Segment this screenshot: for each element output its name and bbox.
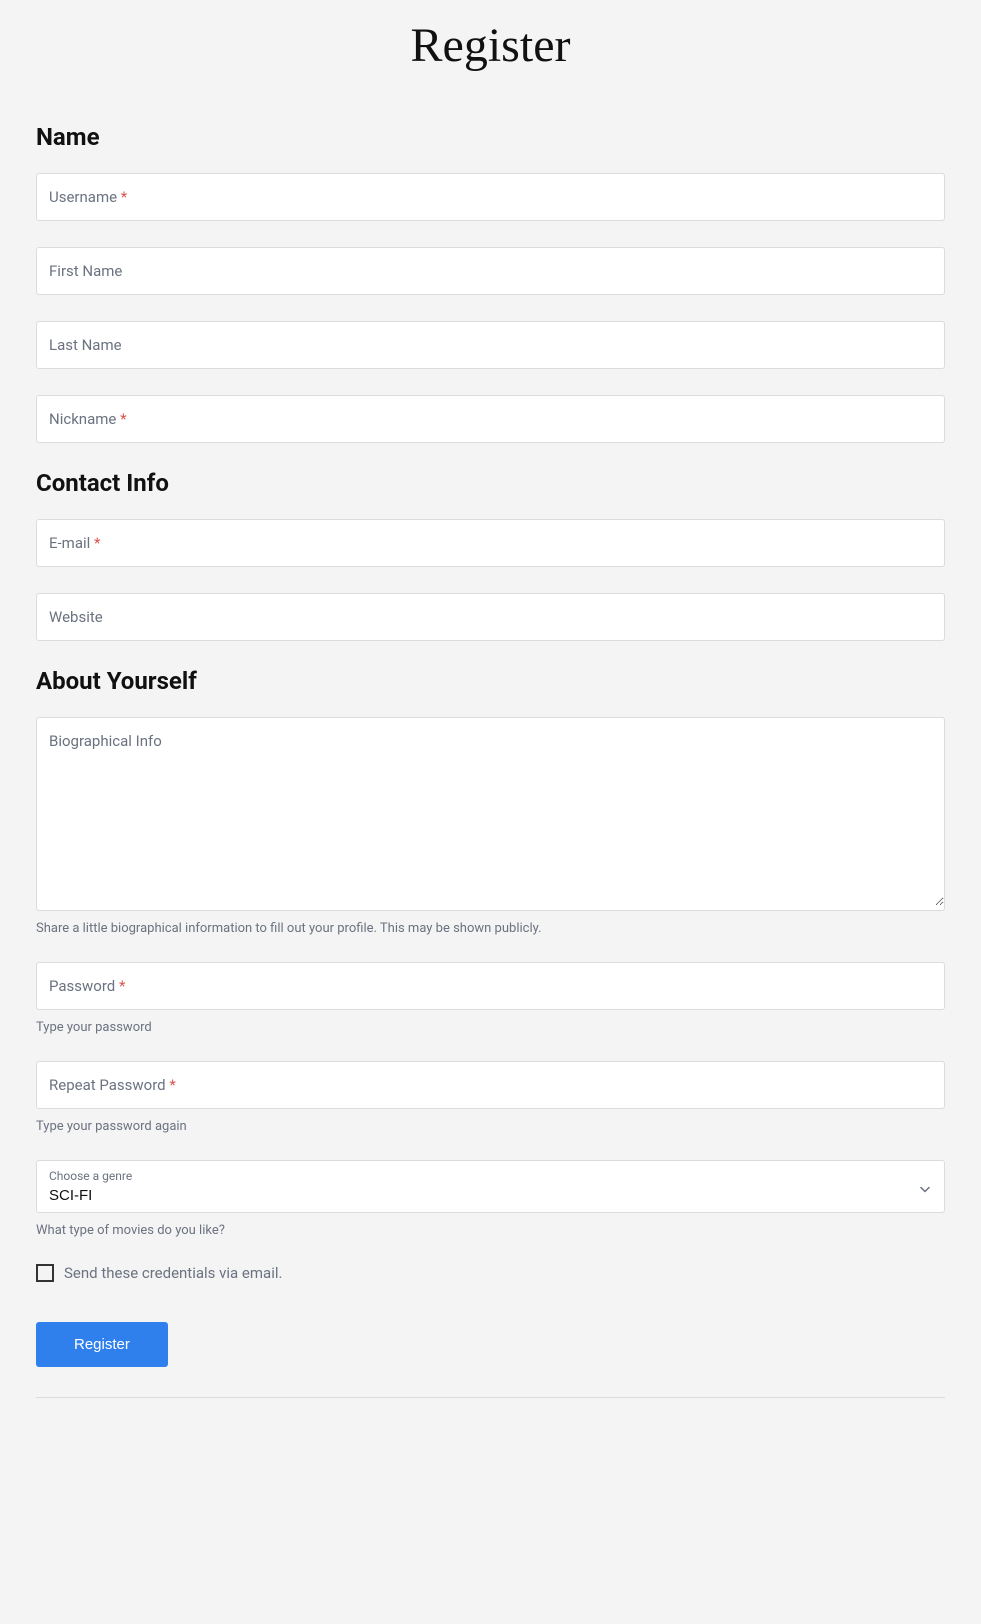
password-input[interactable] bbox=[37, 963, 944, 1009]
send-email-checkbox[interactable] bbox=[36, 1264, 54, 1282]
section-heading-contact: Contact Info bbox=[36, 469, 945, 497]
website-field-wrap: Website bbox=[36, 593, 945, 641]
register-button[interactable]: Register bbox=[36, 1322, 168, 1367]
genre-helper: What type of movies do you like? bbox=[36, 1223, 945, 1238]
nickname-field-wrap: Nickname * bbox=[36, 395, 945, 443]
first-name-input[interactable] bbox=[37, 248, 944, 294]
bio-textarea[interactable] bbox=[37, 718, 944, 906]
last-name-field-wrap: Last Name bbox=[36, 321, 945, 369]
last-name-input[interactable] bbox=[37, 322, 944, 368]
email-input[interactable] bbox=[37, 520, 944, 566]
first-name-field-wrap: First Name bbox=[36, 247, 945, 295]
username-field-wrap: Username * bbox=[36, 173, 945, 221]
genre-select[interactable]: SCI-FI bbox=[49, 1187, 932, 1204]
username-input[interactable] bbox=[37, 174, 944, 220]
genre-select-wrap: Choose a genre SCI-FI bbox=[36, 1160, 945, 1213]
genre-label: Choose a genre bbox=[49, 1169, 932, 1183]
divider bbox=[36, 1397, 945, 1398]
section-heading-name: Name bbox=[36, 123, 945, 151]
email-field-wrap: E-mail * bbox=[36, 519, 945, 567]
nickname-input[interactable] bbox=[37, 396, 944, 442]
repeat-password-input[interactable] bbox=[37, 1062, 944, 1108]
password-field-wrap: Password * bbox=[36, 962, 945, 1010]
password-helper: Type your password bbox=[36, 1020, 945, 1035]
repeat-password-helper: Type your password again bbox=[36, 1119, 945, 1134]
repeat-password-field-wrap: Repeat Password * bbox=[36, 1061, 945, 1109]
page-title: Register bbox=[36, 0, 945, 123]
send-email-checkbox-label[interactable]: Send these credentials via email. bbox=[64, 1264, 282, 1282]
website-input[interactable] bbox=[37, 594, 944, 640]
bio-helper: Share a little biographical information … bbox=[36, 921, 945, 936]
bio-field-wrap: Biographical Info bbox=[36, 717, 945, 911]
section-heading-about: About Yourself bbox=[36, 667, 945, 695]
